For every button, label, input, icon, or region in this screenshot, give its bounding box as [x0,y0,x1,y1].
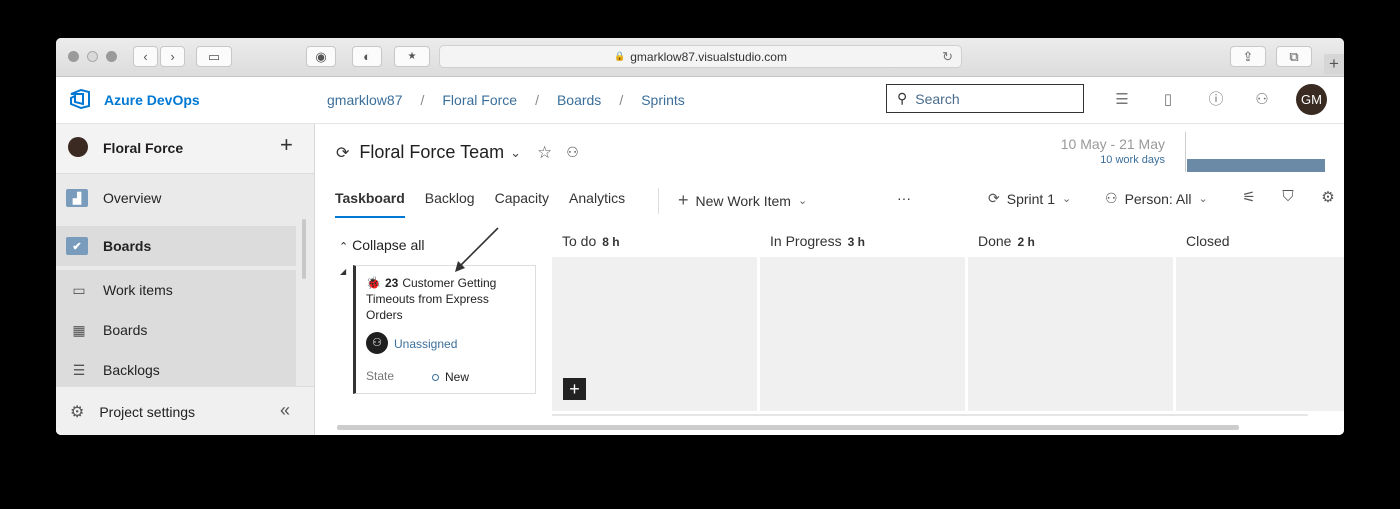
annotation-arrow [455,227,499,272]
